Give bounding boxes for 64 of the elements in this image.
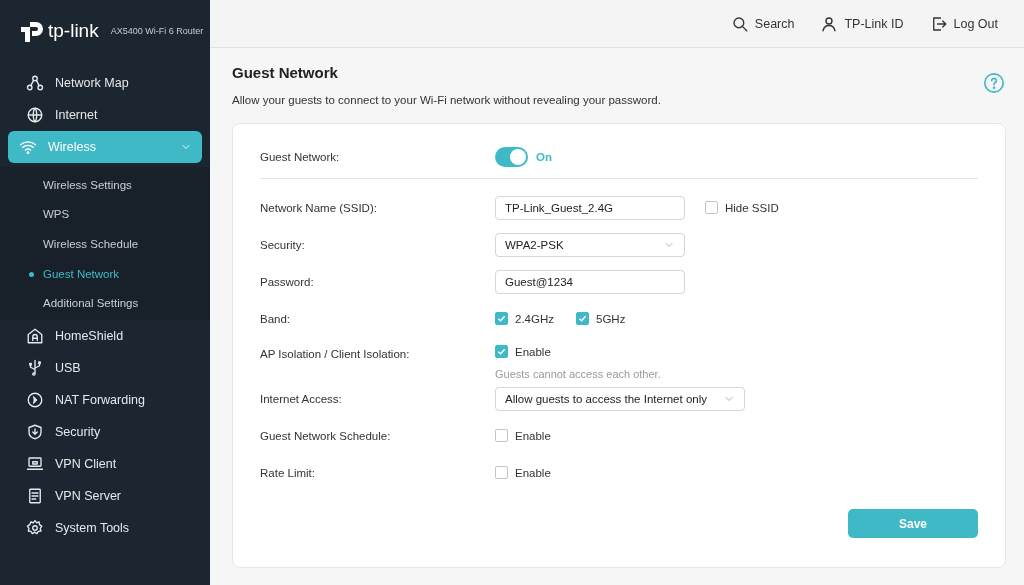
checkbox-label: Enable [515, 345, 551, 358]
checkbox[interactable] [495, 466, 508, 479]
field-label: AP Isolation / Client Isolation: [260, 347, 411, 360]
field-label: Band: [260, 312, 292, 325]
sidebar-item[interactable]: System Tools [8, 511, 202, 544]
checkbox-label: Enable [515, 466, 551, 479]
field-label: Rate Limit: [260, 466, 316, 479]
header-link[interactable]: TP-Link ID [820, 14, 904, 33]
field-label: Network Name (SSID): [260, 201, 378, 214]
page-description: Allow your guests to connect to your Wi-Fi network without revealing your password. [232, 94, 662, 106]
submenu-item[interactable]: Wireless Schedule [0, 229, 210, 259]
field-label: Guest Network: [260, 151, 341, 163]
field-label: Guest Network Schedule: [260, 429, 392, 442]
logo-text: tp-link [48, 19, 99, 42]
search-icon [730, 14, 749, 33]
hint-text: Guests cannot access each other. [495, 368, 661, 380]
sidebar-item[interactable]: Security [8, 415, 202, 448]
house-shield-icon [26, 326, 44, 345]
usb-icon [26, 358, 44, 377]
checkbox[interactable] [705, 201, 718, 214]
help-icon [983, 72, 1005, 94]
sidebar-item[interactable]: HomeShield [8, 319, 202, 352]
page-title: Guest Network [232, 64, 339, 81]
checkbox-label: 5GHz [596, 312, 626, 325]
shield-icon [26, 422, 44, 441]
checkmark-icon [578, 314, 587, 323]
checkbox-label: Enable [515, 429, 551, 442]
header-link[interactable]: Log Out [929, 14, 998, 33]
toggle-state: On [536, 151, 552, 163]
network-nodes-icon [26, 74, 44, 92]
person-icon [820, 14, 839, 33]
laptop-icon [26, 454, 44, 473]
sidebar-item[interactable]: NAT Forwarding [8, 383, 202, 416]
checkbox[interactable] [495, 312, 508, 325]
field-label: Internet Access: [260, 392, 343, 405]
router-model: AX5400 Wi-Fi 6 Router [110, 25, 204, 36]
sidebar-item[interactable]: USB [8, 351, 202, 384]
checkbox[interactable] [495, 345, 508, 358]
checkbox-label: 2.4GHz [515, 312, 554, 325]
dropdown[interactable]: Allow guests to access the Internet only [495, 386, 745, 411]
checkbox[interactable] [576, 312, 589, 325]
submenu-item[interactable]: Wireless Settings [0, 170, 210, 200]
checkbox-label: Hide SSID [725, 201, 779, 214]
sidebar-item[interactable]: VPN Server [8, 479, 202, 512]
sidebar-item[interactable]: VPN Client [8, 447, 202, 480]
checkbox[interactable] [495, 429, 508, 442]
gear-icon [26, 518, 44, 537]
sidebar-item[interactable]: Internet [8, 99, 202, 131]
input-field[interactable]: Guest@1234 [495, 269, 685, 294]
submenu-item[interactable]: WPS [0, 199, 210, 230]
submenu-item[interactable]: Additional Settings [0, 288, 210, 318]
header-link[interactable]: Search [730, 14, 795, 33]
globe-icon [26, 106, 44, 124]
sidebar-item[interactable]: Network Map [8, 67, 202, 99]
field-label: Security: [260, 238, 306, 251]
submenu-item[interactable]: Guest Network [0, 258, 210, 289]
checkmark-icon [497, 314, 506, 323]
field-label: Password: [260, 275, 315, 288]
checkmark-icon [497, 347, 506, 356]
server-icon [26, 486, 44, 505]
dropdown[interactable]: WPA2-PSK [495, 232, 685, 257]
toggle-switch[interactable] [495, 147, 528, 167]
wifi-icon [19, 138, 37, 156]
input-field[interactable]: TP-Link_Guest_2.4G [495, 195, 685, 220]
